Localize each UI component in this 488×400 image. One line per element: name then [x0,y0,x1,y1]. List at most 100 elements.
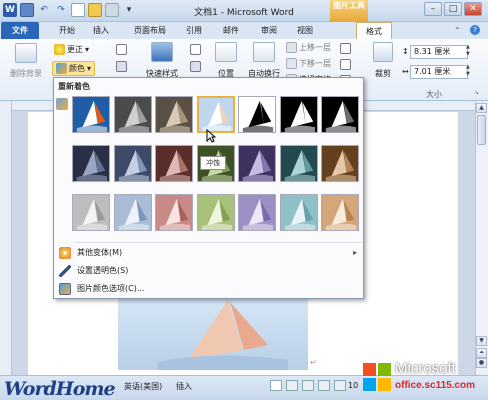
outline-view-icon[interactable] [318,380,330,391]
recolor-swatch[interactable] [72,145,110,182]
recolor-swatch[interactable] [155,96,193,133]
height-spinner[interactable]: ▲ ▼ [466,44,470,58]
recolor-swatch[interactable] [321,96,359,133]
chevron-down-icon: ▾ [85,45,90,54]
wordhome-logo: WordHome [4,378,116,400]
picture-effects-icon[interactable] [190,61,201,72]
width-icon: ↔ [402,67,409,76]
size-dialog-launcher-icon[interactable]: ↘ [474,89,479,96]
send-backward-icon [286,58,297,69]
window-title: 文档1 - Microsoft Word [194,8,294,18]
tab-mailings[interactable]: 邮件 [216,22,246,39]
recolor-swatch[interactable] [72,194,110,231]
scroll-down-button[interactable]: ▼ [476,336,487,346]
microsoft-watermark: Microsoft office.sc115.com [362,358,487,398]
washout-tooltip: 冲蚀 [200,156,226,170]
picture-color-options-label: 图片颜色选项(C)... [77,284,145,293]
scrollbar-thumb[interactable] [477,115,486,145]
set-transparent-color-item[interactable]: 设置透明色(S) [54,262,363,279]
height-icon: ↕ [402,47,409,56]
windows-logo-icon [363,363,391,391]
height-field[interactable]: 8.31 厘米 [410,45,468,59]
recolor-swatch[interactable] [321,145,359,182]
recolor-gallery [72,96,362,246]
recolor-header: 重新着色 [58,82,90,91]
no-recolor-icon [56,98,68,110]
recolor-swatch[interactable] [238,96,276,133]
change-picture-icon[interactable] [116,61,127,72]
color-label: 颜色 [69,64,85,73]
tab-home[interactable]: 开始 [52,22,82,39]
size-group-label: 大小 [426,90,442,99]
recolor-swatch[interactable] [279,96,318,133]
help-icon[interactable]: ? [470,25,480,35]
bring-forward-icon [286,42,297,53]
quick-styles-button[interactable]: 快速样式 [138,42,186,79]
recolor-swatch[interactable] [113,145,152,182]
remove-background-button[interactable]: 删除背景 [4,43,48,79]
compress-pictures-icon[interactable] [116,44,127,55]
corrections-label: 更正 [67,45,83,54]
tab-insert[interactable]: 插入 [86,22,116,39]
scroll-up-button[interactable]: ▲ [476,103,487,113]
picture-border-icon[interactable] [190,44,201,55]
recolor-swatch[interactable] [279,194,318,231]
tab-format[interactable]: 格式 [356,22,392,39]
wrap-text-button[interactable]: 自动换行 [244,42,284,79]
width-spinner[interactable]: ▲ ▼ [466,64,470,78]
language-status[interactable]: 英语(美国) [124,381,162,392]
send-backward-button[interactable]: 下移一层 [286,58,331,69]
web-layout-icon[interactable] [302,380,314,391]
minimize-button[interactable]: – [424,2,442,16]
tab-view[interactable]: 视图 [290,22,320,39]
close-button[interactable]: ✕ [464,2,482,16]
group-icon[interactable] [340,59,351,70]
previous-page-button[interactable]: ⏶ [476,348,487,358]
corrections-button[interactable]: 更正 ▾ [54,44,89,55]
picture-color-icon [59,282,71,295]
vertical-ruler[interactable] [0,101,12,375]
align-icon[interactable] [340,43,351,54]
pen-icon [59,264,71,277]
width-field[interactable]: 7.01 厘米 [410,65,468,79]
ribbon-minimize-icon[interactable]: ⌃ [454,26,461,35]
quick-styles-icon [151,42,173,62]
recolor-swatch[interactable] [279,145,318,182]
position-icon [215,42,237,62]
more-variations-item[interactable]: 其他变体(M) ▸ [54,244,363,261]
picture-color-options-item[interactable]: 图片颜色选项(C)... [54,280,363,297]
position-button[interactable]: 位置 [210,42,242,79]
recolor-swatch[interactable] [321,194,359,231]
site-url: office.sc115.com [395,380,476,391]
print-layout-view-icon[interactable] [270,380,282,391]
recolor-swatch[interactable] [238,145,276,182]
microsoft-text: Microsoft [395,360,456,377]
tab-page-layout[interactable]: 页面布局 [126,22,174,39]
recolor-swatch[interactable] [238,194,276,231]
insert-mode-status[interactable]: 插入 [176,381,192,392]
zoom-level[interactable]: 10 [348,381,358,390]
tab-references[interactable]: 引用 [180,22,208,39]
set-transparent-color-label: 设置透明色(S) [77,266,129,275]
recolor-swatch[interactable] [72,96,110,133]
tab-review[interactable]: 审阅 [254,22,284,39]
color-button[interactable]: 颜色 ▾ [52,61,96,76]
paragraph-mark-icon: ↵ [310,358,317,367]
draft-view-icon[interactable] [334,380,346,391]
full-screen-reading-icon[interactable] [286,380,298,391]
recolor-swatch[interactable] [155,145,193,182]
recolor-swatch[interactable] [113,194,152,231]
recolor-swatch[interactable] [113,96,152,133]
wrap-text-icon [253,42,275,62]
bring-forward-label: 上移一层 [299,43,331,52]
tab-file[interactable]: 文件 [1,22,39,39]
recolor-swatch[interactable] [196,194,235,231]
crop-button[interactable]: 裁剪 [370,42,396,79]
maximize-button[interactable]: □ [444,2,462,16]
ribbon-tabs: 文件 开始 插入 页面布局 引用 邮件 审阅 视图 格式 ⌃ ? [0,22,488,39]
inserted-picture[interactable] [118,290,308,370]
bring-forward-button[interactable]: 上移一层 [286,42,331,53]
recolor-dropdown: 重新着色 冲蚀 其他变体(M) ▸ 设置透明色(S) 图片颜色选项(C)... [53,77,364,299]
recolor-swatch[interactable] [196,96,235,133]
recolor-swatch[interactable] [155,194,193,231]
